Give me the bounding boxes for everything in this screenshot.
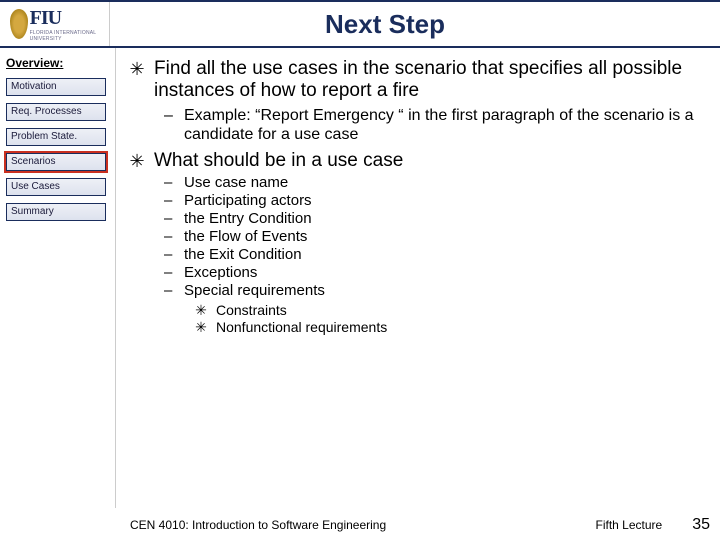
logo-subtext: FLORIDA INTERNATIONAL UNIVERSITY — [30, 30, 100, 42]
bullet-primary: ✳ What should be in a use case — [130, 150, 702, 172]
sidebar-item-problem-state[interactable]: Problem State. — [6, 128, 106, 146]
list-item: –Exceptions — [164, 264, 702, 282]
dash-icon: – — [164, 246, 176, 264]
list-item: ✳Constraints — [194, 302, 702, 319]
asterisk-icon: ✳ — [194, 302, 208, 319]
asterisk-icon: ✳ — [130, 58, 144, 102]
sidebar-item-scenarios[interactable]: Scenarios — [6, 153, 106, 171]
footer-course: CEN 4010: Introduction to Software Engin… — [130, 518, 596, 532]
list-item: –the Entry Condition — [164, 210, 702, 228]
list-item: –the Flow of Events — [164, 228, 702, 246]
bullet-text: Example: “Report Emergency “ in the firs… — [184, 106, 702, 144]
footer: CEN 4010: Introduction to Software Engin… — [130, 516, 710, 534]
sidebar-item-summary[interactable]: Summary — [6, 203, 106, 221]
sidebar-item-req-processes[interactable]: Req. Processes — [6, 103, 106, 121]
list-item: ✳Nonfunctional requirements — [194, 319, 702, 336]
sub-sub-list: ✳Constraints ✳Nonfunctional requirements — [130, 302, 702, 336]
page-number: 35 — [692, 516, 710, 534]
asterisk-icon: ✳ — [194, 319, 208, 336]
dash-icon: – — [164, 174, 176, 192]
sidebar: Overview: Motivation Req. Processes Prob… — [0, 48, 116, 508]
footer-lecture: Fifth Lecture — [596, 518, 663, 532]
dash-icon: – — [164, 228, 176, 246]
bullet-secondary: – Example: “Report Emergency “ in the fi… — [130, 106, 702, 144]
dash-icon: – — [164, 210, 176, 228]
page-title: Next Step — [110, 9, 720, 40]
list-item: –Participating actors — [164, 192, 702, 210]
sidebar-item-motivation[interactable]: Motivation — [6, 78, 106, 96]
dash-icon: – — [164, 264, 176, 282]
header: FIU FLORIDA INTERNATIONAL UNIVERSITY Nex… — [0, 0, 720, 48]
dash-icon: – — [164, 106, 176, 144]
bullet-text: What should be in a use case — [154, 150, 403, 172]
sub-list: –Use case name –Participating actors –th… — [130, 174, 702, 300]
sidebar-item-use-cases[interactable]: Use Cases — [6, 178, 106, 196]
sidebar-title: Overview: — [6, 56, 109, 70]
logo-text: FIU — [30, 7, 100, 30]
fiu-logo: FIU FLORIDA INTERNATIONAL UNIVERSITY — [10, 6, 100, 42]
asterisk-icon: ✳ — [130, 150, 144, 172]
list-item: –the Exit Condition — [164, 246, 702, 264]
list-item: –Use case name — [164, 174, 702, 192]
logo-box: FIU FLORIDA INTERNATIONAL UNIVERSITY — [0, 2, 110, 46]
dash-icon: – — [164, 282, 176, 300]
body: Overview: Motivation Req. Processes Prob… — [0, 48, 720, 508]
bullet-primary: ✳ Find all the use cases in the scenario… — [130, 58, 702, 102]
bullet-text: Find all the use cases in the scenario t… — [154, 58, 702, 102]
list-item: –Special requirements — [164, 282, 702, 300]
crest-icon — [10, 9, 28, 39]
content: ✳ Find all the use cases in the scenario… — [116, 48, 720, 508]
dash-icon: – — [164, 192, 176, 210]
